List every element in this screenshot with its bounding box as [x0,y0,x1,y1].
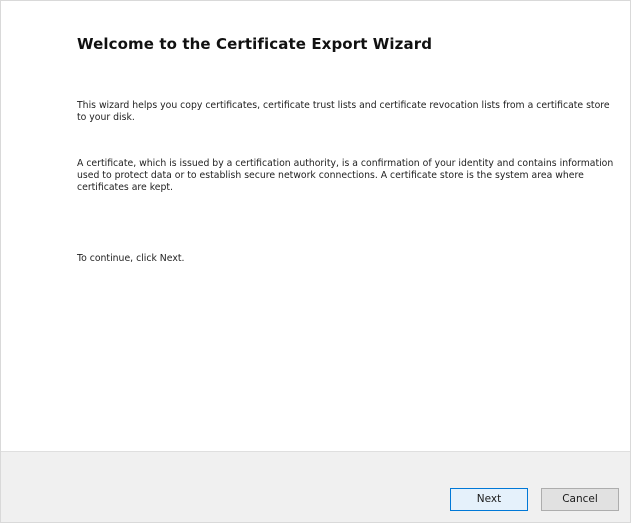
next-button[interactable]: Next [450,488,528,511]
certificate-description-paragraph: A certificate, which is issued by a cert… [77,158,614,193]
cancel-button[interactable]: Cancel [541,488,619,511]
certificate-export-wizard-dialog: Welcome to the Certificate Export Wizard… [0,0,631,523]
wizard-content-panel: Welcome to the Certificate Export Wizard… [1,1,630,451]
wizard-title: Welcome to the Certificate Export Wizard [77,35,433,53]
wizard-intro-paragraph: This wizard helps you copy certificates,… [77,100,610,123]
continue-instruction: To continue, click Next. [77,253,185,264]
wizard-button-bar: Next Cancel [1,451,630,522]
